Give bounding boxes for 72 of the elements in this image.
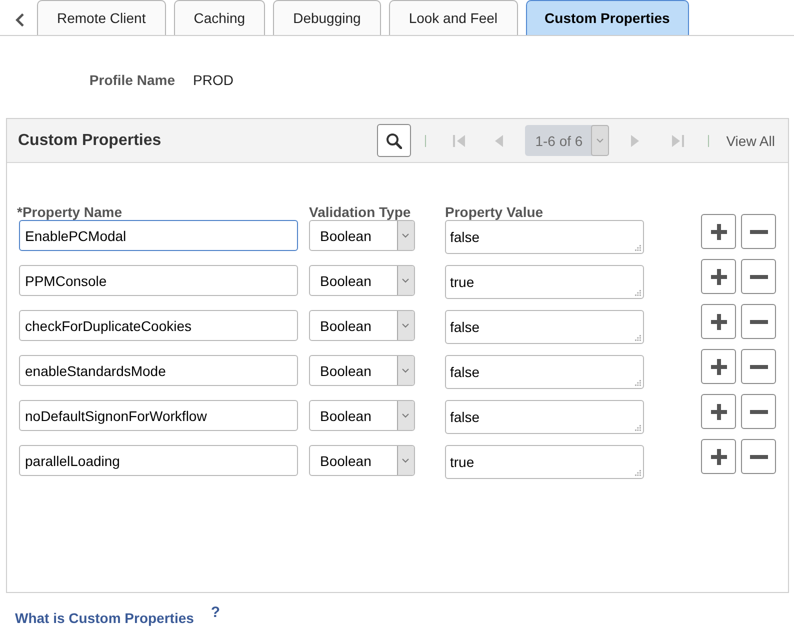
add-row-button[interactable] [701, 439, 736, 474]
validation-type-dropdown[interactable]: Boolean [309, 400, 415, 431]
delete-row-button[interactable] [741, 214, 776, 249]
plus-icon [710, 448, 726, 464]
resize-grip-icon[interactable] [635, 245, 641, 251]
caret-icon [397, 266, 414, 295]
grid-title: Custom Properties [18, 132, 162, 150]
resize-grip-icon[interactable] [635, 380, 641, 386]
caret-icon [397, 356, 414, 385]
property-name-field[interactable]: enableStandardsMode [19, 355, 298, 386]
help-link[interactable]: What is Custom Properties [15, 610, 194, 626]
question-mark-link[interactable]: ? [210, 605, 220, 621]
property-name-field[interactable]: parallelLoading [19, 445, 298, 476]
caret-icon [397, 446, 414, 475]
delete-row-button[interactable] [741, 439, 776, 474]
tab[interactable]: Debugging [273, 0, 381, 35]
minus-icon [750, 274, 768, 278]
profile-name-label: Profile Name [89, 71, 175, 89]
column-header: *Property Name [17, 204, 122, 220]
caret-icon [397, 311, 414, 340]
chevron-left-icon[interactable] [15, 13, 25, 27]
resize-grip-icon[interactable] [635, 335, 641, 341]
validation-type-dropdown[interactable]: Boolean [309, 445, 415, 476]
property-value-field[interactable]: false [445, 355, 644, 389]
search-icon [386, 132, 402, 148]
minus-icon [750, 320, 768, 324]
delete-row-button[interactable] [741, 394, 776, 429]
minus-icon [750, 454, 768, 458]
property-value-field[interactable]: false [445, 400, 644, 434]
column-header: Property Value [445, 204, 544, 220]
view-all-link[interactable]: View All [726, 132, 775, 148]
caret-icon [591, 125, 610, 156]
add-row-button[interactable] [701, 394, 736, 429]
validation-type-dropdown[interactable]: Boolean [309, 355, 415, 386]
resize-grip-icon[interactable] [635, 290, 641, 296]
property-value-field[interactable]: false [445, 220, 644, 254]
property-value-field[interactable]: true [445, 445, 644, 479]
search-button[interactable] [377, 124, 412, 157]
tab[interactable]: Caching [174, 0, 266, 35]
plus-icon [710, 224, 726, 240]
validation-type-dropdown[interactable]: Boolean [309, 310, 415, 341]
column-header: Validation Type [309, 204, 411, 220]
add-row-button[interactable] [701, 214, 736, 249]
caret-icon [397, 221, 414, 250]
resize-grip-icon[interactable] [635, 425, 641, 431]
caret-icon [397, 401, 414, 430]
profile-name-value: PROD [193, 71, 234, 89]
plus-icon [710, 268, 726, 284]
delete-row-button[interactable] [741, 304, 776, 339]
delete-row-button[interactable] [741, 259, 776, 294]
property-name-field[interactable]: EnablePCModal [19, 220, 298, 251]
tab[interactable]: Remote Client [37, 0, 166, 35]
validation-type-dropdown[interactable]: Boolean [309, 220, 415, 251]
tab[interactable]: Look and Feel [388, 0, 518, 35]
plus-icon [710, 358, 726, 374]
minus-icon [750, 230, 768, 234]
add-row-button[interactable] [701, 259, 736, 294]
property-value-field[interactable]: false [445, 310, 644, 344]
delete-row-button[interactable] [741, 349, 776, 384]
plus-icon [710, 314, 726, 330]
minus-icon [750, 364, 768, 368]
property-name-field[interactable]: PPMConsole [19, 265, 298, 296]
property-name-field[interactable]: noDefaultSignonForWorkflow [19, 400, 298, 431]
add-row-button[interactable] [701, 304, 736, 339]
add-row-button[interactable] [701, 349, 736, 384]
minus-icon [750, 410, 768, 414]
plus-icon [710, 404, 726, 420]
validation-type-dropdown[interactable]: Boolean [309, 265, 415, 296]
property-value-field[interactable]: true [445, 265, 644, 299]
tab[interactable]: Custom Properties [526, 0, 689, 35]
property-name-field[interactable]: checkForDuplicateCookies [19, 310, 298, 341]
resize-grip-icon[interactable] [635, 470, 641, 476]
